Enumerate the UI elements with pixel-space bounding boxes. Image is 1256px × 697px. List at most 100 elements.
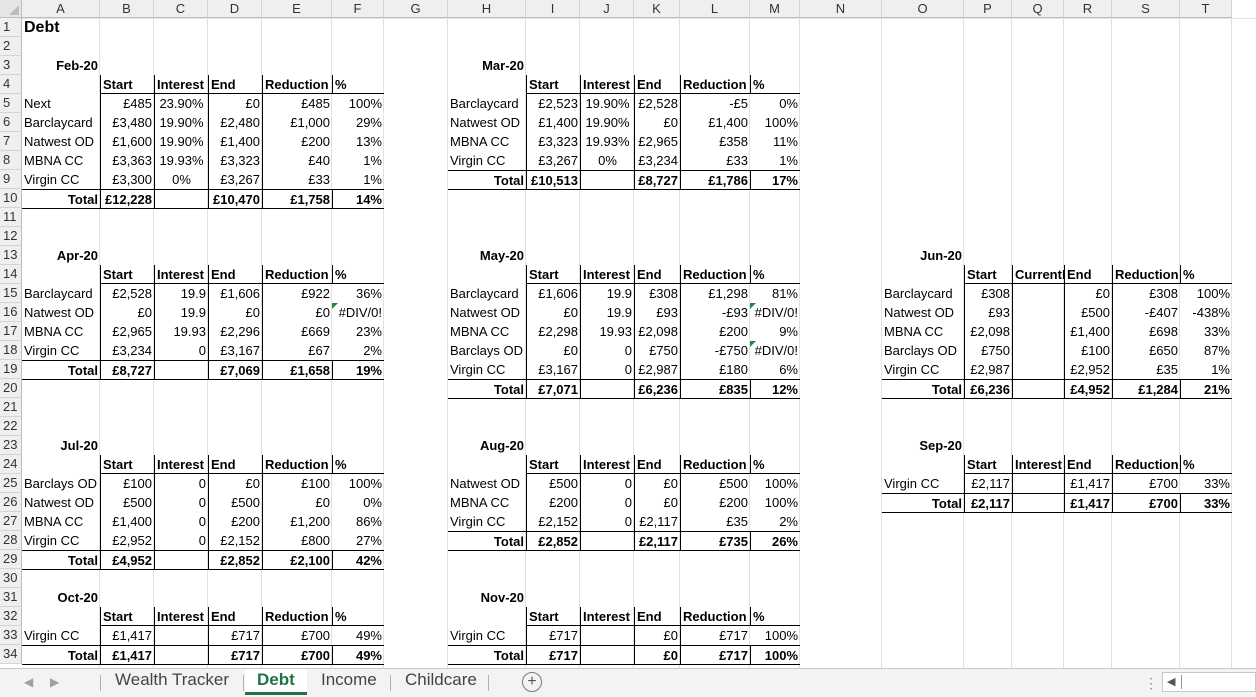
column-header[interactable]: L	[680, 0, 750, 18]
column-label[interactable]: %	[332, 455, 384, 474]
row-header[interactable]: 20	[0, 379, 22, 398]
debt-name[interactable]: Virgin CC	[882, 474, 964, 493]
month-label[interactable]: Jun-20	[882, 246, 964, 265]
value-cell[interactable]: 33%	[1180, 474, 1232, 493]
debt-name[interactable]: Natwest OD	[22, 493, 100, 512]
value-cell[interactable]: £2,987	[964, 360, 1012, 379]
column-label[interactable]: Interest	[1012, 455, 1064, 474]
empty-cell[interactable]	[1012, 493, 1064, 512]
total-value[interactable]: £4,952	[1064, 379, 1112, 398]
month-label[interactable]: Jul-20	[22, 436, 100, 455]
column-label[interactable]: Reduction	[262, 265, 332, 284]
value-cell[interactable]: 0%	[750, 94, 800, 113]
column-label[interactable]: Start	[100, 455, 154, 474]
column-label[interactable]: Interest	[580, 607, 634, 626]
empty-cell[interactable]	[580, 531, 634, 550]
row-header[interactable]: 11	[0, 208, 22, 227]
spreadsheet-grid[interactable]: ABCDEFGHIJKLMNOPQRST 1 2 3 4 5 6 7 8 9 10 11 12 13 14…	[0, 0, 1256, 668]
tab-debt[interactable]: Debt	[245, 669, 307, 695]
value-cell[interactable]: 0%	[580, 151, 634, 170]
total-label[interactable]: Total	[448, 531, 526, 550]
row-header[interactable]: 23	[0, 436, 22, 455]
debt-name[interactable]: Natwest OD	[448, 113, 526, 132]
total-value[interactable]: £2,100	[262, 550, 332, 569]
empty-cell[interactable]	[154, 550, 208, 569]
total-value[interactable]: 14%	[332, 189, 384, 208]
value-cell[interactable]: £180	[680, 360, 750, 379]
column-header[interactable]: N	[800, 0, 882, 18]
value-cell[interactable]: 6%	[750, 360, 800, 379]
total-value[interactable]: 19%	[332, 360, 384, 379]
horizontal-scrollbar[interactable]: ◀	[1162, 672, 1256, 692]
debt-name[interactable]: Natwest OD	[22, 303, 100, 322]
value-cell[interactable]: £33	[262, 170, 332, 189]
value-cell[interactable]: £0	[100, 303, 154, 322]
value-cell[interactable]: £35	[1112, 360, 1180, 379]
value-cell[interactable]: £1,400	[526, 113, 580, 132]
column-header[interactable]: C	[154, 0, 208, 18]
add-sheet-button[interactable]: +	[522, 672, 542, 692]
row-header[interactable]: 9	[0, 170, 22, 189]
value-cell[interactable]: 0	[580, 474, 634, 493]
value-cell[interactable]: £1,400	[100, 512, 154, 531]
value-cell[interactable]: £35	[680, 512, 750, 531]
value-cell[interactable]: -£750	[680, 341, 750, 360]
value-cell[interactable]: £200	[526, 493, 580, 512]
total-value[interactable]: £7,071	[526, 379, 580, 398]
column-label[interactable]: End	[208, 75, 262, 94]
empty-cell[interactable]	[580, 170, 634, 189]
value-cell[interactable]: 23.90%	[154, 94, 208, 113]
column-label[interactable]: %	[1180, 265, 1232, 284]
debt-name[interactable]: Natwest OD	[448, 303, 526, 322]
row-header[interactable]: 18	[0, 341, 22, 360]
debt-name[interactable]: Natwest OD	[22, 132, 100, 151]
value-cell[interactable]: £750	[634, 341, 680, 360]
tab-income[interactable]: Income	[309, 669, 389, 695]
row-header[interactable]: 31	[0, 588, 22, 607]
total-value[interactable]: £717	[208, 645, 262, 664]
total-label[interactable]: Total	[448, 379, 526, 398]
value-cell[interactable]: £3,267	[208, 170, 262, 189]
column-label[interactable]: %	[332, 265, 384, 284]
value-cell[interactable]: 19.9	[580, 284, 634, 303]
value-cell[interactable]: £2,098	[634, 322, 680, 341]
value-cell[interactable]: £0	[634, 626, 680, 645]
month-label[interactable]: Nov-20	[448, 588, 526, 607]
value-cell[interactable]: £717	[680, 626, 750, 645]
column-label[interactable]: Reduction	[1112, 265, 1180, 284]
value-cell[interactable]: £100	[1064, 341, 1112, 360]
tab-childcare[interactable]: Childcare	[393, 669, 489, 695]
column-header[interactable]: B	[100, 0, 154, 18]
column-label[interactable]: %	[750, 265, 800, 284]
month-label[interactable]: Oct-20	[22, 588, 100, 607]
value-cell[interactable]: £0	[1064, 284, 1112, 303]
value-cell[interactable]: £717	[208, 626, 262, 645]
value-cell[interactable]: £500	[1064, 303, 1112, 322]
column-header[interactable]: T	[1180, 0, 1232, 18]
debt-name[interactable]: MBNA CC	[448, 132, 526, 151]
row-header[interactable]: 2	[0, 37, 22, 56]
value-cell[interactable]: 13%	[332, 132, 384, 151]
total-value[interactable]: £6,236	[634, 379, 680, 398]
debt-name[interactable]: Natwest OD	[448, 474, 526, 493]
value-cell[interactable]: 19.90%	[580, 113, 634, 132]
debt-name[interactable]: Barclays OD	[448, 341, 526, 360]
row-header[interactable]: 12	[0, 227, 22, 246]
value-cell[interactable]: 27%	[332, 531, 384, 550]
value-cell[interactable]: 29%	[332, 113, 384, 132]
value-cell[interactable]: £669	[262, 322, 332, 341]
value-cell[interactable]: £358	[680, 132, 750, 151]
column-label[interactable]: Start	[526, 455, 580, 474]
value-cell[interactable]: £1,600	[100, 132, 154, 151]
value-cell[interactable]: 0%	[332, 493, 384, 512]
debt-name[interactable]: Virgin CC	[22, 341, 100, 360]
debt-name[interactable]: MBNA CC	[448, 322, 526, 341]
value-cell[interactable]: 100%	[332, 474, 384, 493]
value-cell[interactable]: 2%	[750, 512, 800, 531]
value-cell[interactable]: 2%	[332, 341, 384, 360]
total-label[interactable]: Total	[448, 170, 526, 189]
debt-name[interactable]: Virgin CC	[448, 626, 526, 645]
empty-cell[interactable]	[1012, 379, 1064, 398]
column-label[interactable]: Start	[526, 607, 580, 626]
column-label[interactable]: CurrentI	[1012, 265, 1066, 284]
